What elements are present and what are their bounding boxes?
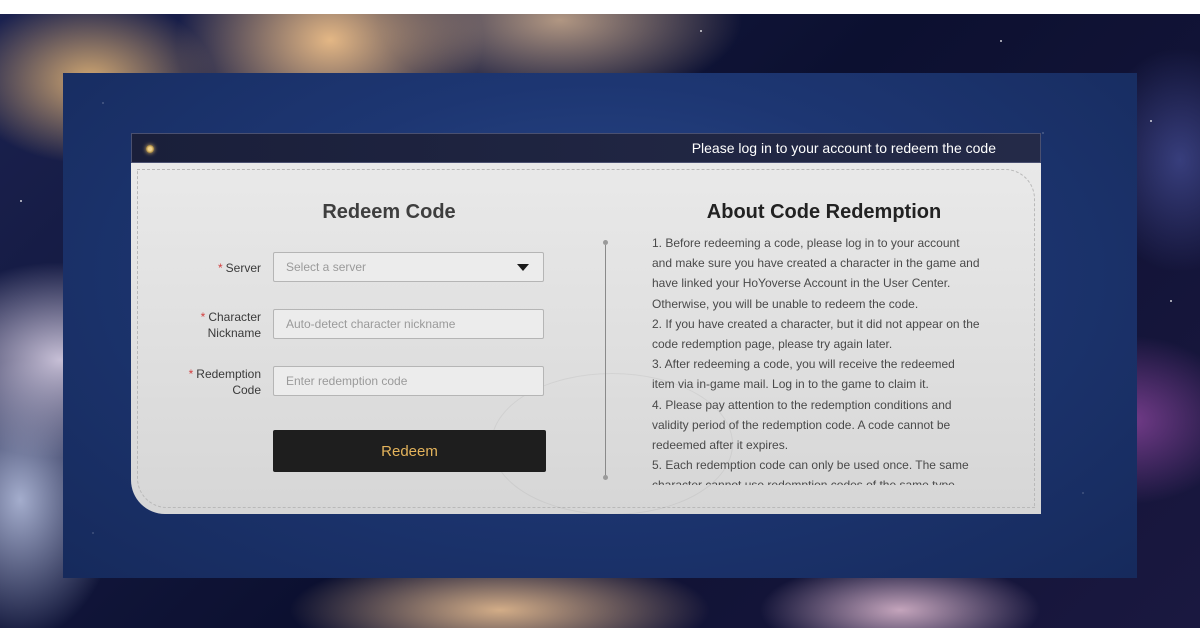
top-strip <box>0 0 1200 14</box>
server-row: * Server Select a server <box>131 252 551 286</box>
about-paragraph: 4. Please pay attention to the redemptio… <box>652 397 952 453</box>
required-mark: * <box>200 310 206 324</box>
section-divider <box>605 245 606 477</box>
required-mark: * <box>217 261 223 275</box>
about-paragraph: 3. After redeeming a code, you will rece… <box>652 357 955 392</box>
nickname-label: * Character Nickname <box>200 310 261 340</box>
nickname-row: * Character Nickname <box>131 309 551 343</box>
redeem-button[interactable]: Redeem <box>273 430 546 472</box>
card-header: Please log in to your account to redeem … <box>131 133 1041 163</box>
chevron-down-icon <box>517 264 529 271</box>
server-select-placeholder: Select a server <box>286 260 367 274</box>
redemption-code-label: * Redemption Code <box>188 367 261 397</box>
about-text-scroll[interactable]: 1. Before redeeming a code, please log i… <box>652 233 980 485</box>
redemption-code-field[interactable] <box>273 366 544 396</box>
form-title: Redeem Code <box>322 201 456 223</box>
about-paragraph: 1. Before redeeming a code, please log i… <box>652 236 980 311</box>
required-mark: * <box>188 367 194 381</box>
server-label: * Server <box>217 261 261 275</box>
server-select[interactable]: Select a server <box>273 252 544 282</box>
nickname-field[interactable] <box>273 309 544 339</box>
redemption-code-row: * Redemption Code <box>131 366 551 400</box>
about-paragraph: 2. If you have created a character, but … <box>652 316 980 352</box>
divider-cap-bottom <box>603 475 608 480</box>
about-paragraph: 5. Each redemption code can only be used… <box>652 458 969 485</box>
card-body: Redeem Code * Server Select a server * Cha… <box>131 163 1041 515</box>
login-prompt-link[interactable]: Please log in to your account to redeem … <box>692 134 996 162</box>
ornament-dot-icon <box>146 145 154 153</box>
about-title: About Code Redemption <box>706 201 942 223</box>
